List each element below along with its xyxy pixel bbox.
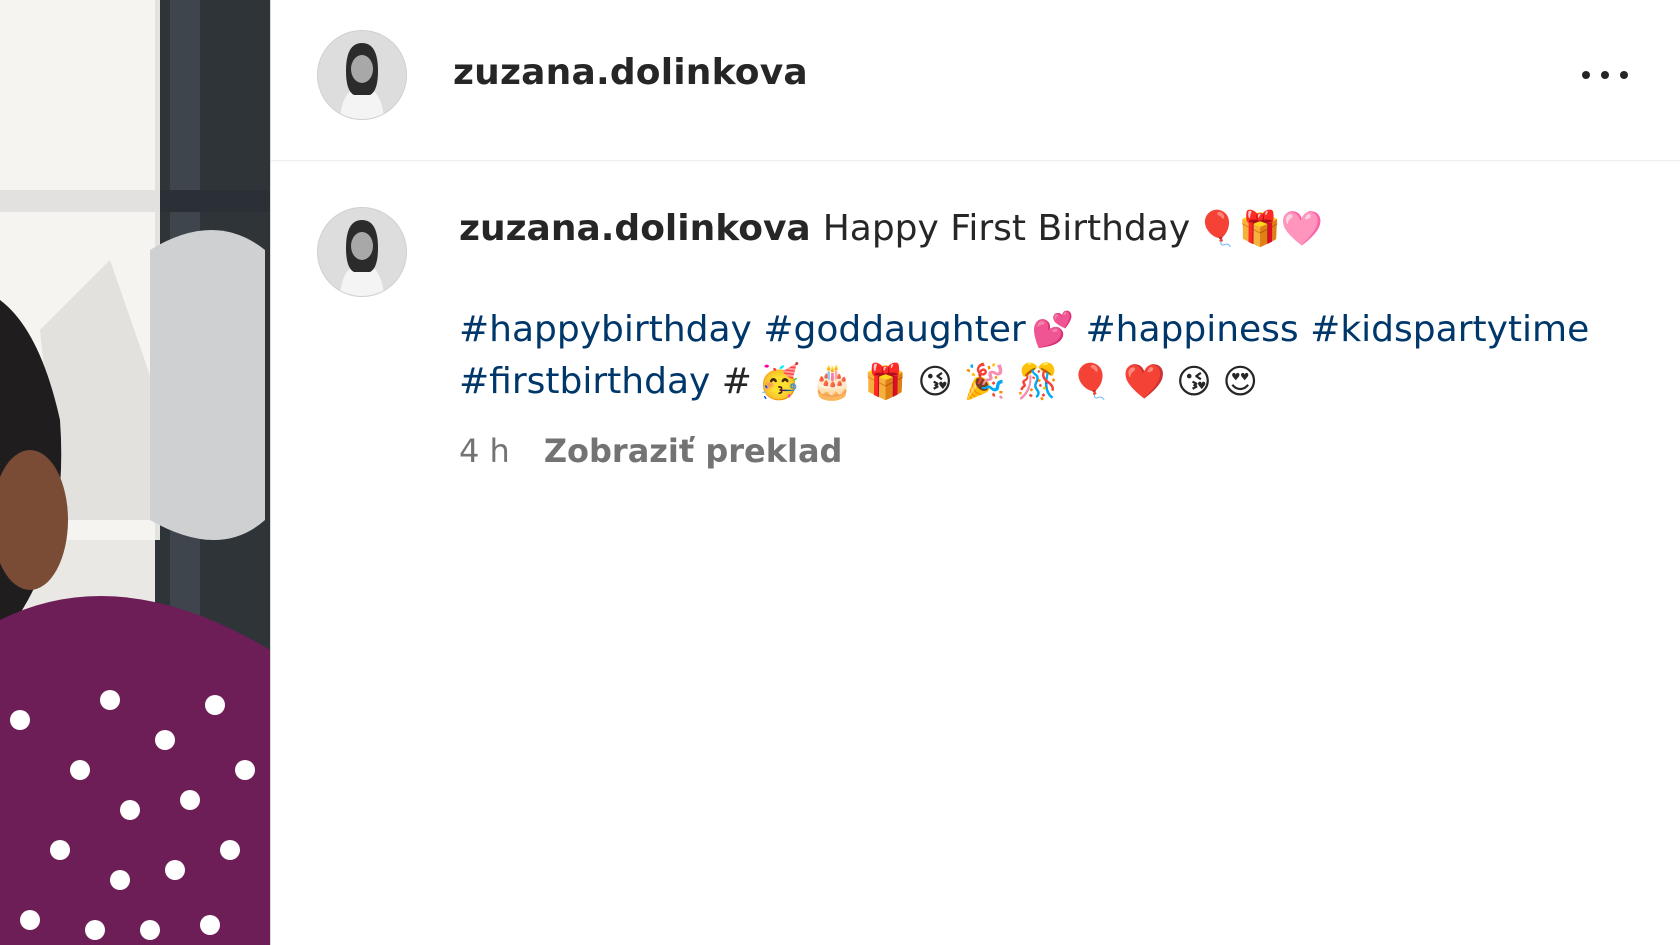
hashtag-link[interactable]: #firstbirthday [459, 361, 710, 402]
caption-first-line: zuzana.dolinkova Happy First Birthday 🎈🎁🩷 [459, 204, 1639, 254]
caption-hashtags: #happybirthday #goddaughter 💕 #happiness … [459, 304, 1639, 408]
dot [1582, 71, 1590, 79]
dot [1601, 71, 1609, 79]
caption-avatar[interactable] [317, 207, 407, 297]
dot [1620, 71, 1628, 79]
post-meta: 4 h Zobraziť preklad [459, 432, 842, 470]
caption-text: Happy First Birthday [822, 208, 1191, 249]
hashtag-emoji: 💕 [1031, 310, 1075, 350]
more-options-icon[interactable] [1582, 62, 1628, 88]
caption-username[interactable]: zuzana.dolinkova [459, 208, 811, 249]
post-time[interactable]: 4 h [459, 432, 510, 470]
post-header: zuzana.dolinkova [271, 0, 1680, 161]
hash-symbol: # [721, 361, 752, 402]
hashtag-link[interactable]: #goddaughter [763, 309, 1025, 350]
header-avatar[interactable] [317, 30, 407, 120]
header-username[interactable]: zuzana.dolinkova [453, 52, 808, 93]
profile-avatar-image [318, 31, 406, 119]
post-photo-illustration [0, 0, 270, 945]
hashtag-link[interactable]: #kidspartytime [1310, 309, 1589, 350]
caption-emoji-row: 🥳 🎂 🎁 😘 🎉 🎊 🎈 ❤️ 😘 😍 [757, 362, 1258, 402]
see-translation-button[interactable]: Zobraziť preklad [544, 432, 843, 470]
post-caption: zuzana.dolinkova Happy First Birthday 🎈🎁🩷 … [459, 204, 1639, 408]
hashtag-link[interactable]: #happiness [1085, 309, 1298, 350]
caption-emoji: 🎈🎁🩷 [1196, 209, 1324, 249]
profile-avatar-image [318, 208, 406, 296]
hashtag-link[interactable]: #happybirthday [459, 309, 752, 350]
post-photo [0, 0, 270, 945]
